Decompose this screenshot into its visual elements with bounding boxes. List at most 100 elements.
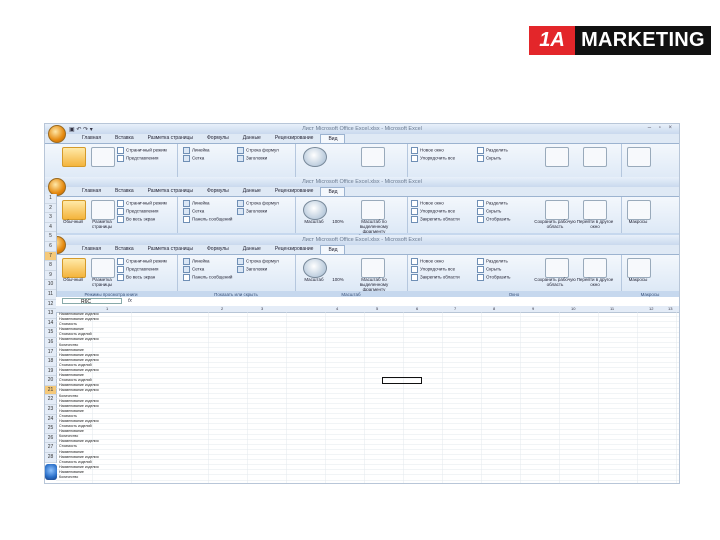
row-header[interactable]: 15: [45, 328, 56, 338]
row-header[interactable]: 2: [45, 204, 56, 214]
tab-formulas[interactable]: Формулы: [200, 187, 236, 196]
formula-bar-checkbox[interactable]: Строка формул: [237, 147, 279, 154]
table-cell[interactable]: Количество: [59, 475, 169, 480]
freeze-panes-button[interactable]: Закрепить области: [411, 274, 460, 281]
macros-icon[interactable]: [627, 200, 651, 220]
zoom-100-label[interactable]: 100%: [327, 219, 349, 224]
row-header[interactable]: 3: [45, 213, 56, 223]
column-header[interactable]: 5: [376, 306, 378, 311]
row-header[interactable]: 9: [45, 271, 56, 281]
ruler-checkbox[interactable]: Линейка: [183, 200, 210, 207]
column-header[interactable]: 2: [221, 306, 223, 311]
row-header[interactable]: 22: [45, 395, 56, 406]
save-workspace-icon[interactable]: [545, 200, 569, 220]
row-header[interactable]: 25: [45, 424, 56, 434]
macros-icon[interactable]: [627, 147, 651, 167]
tab-view[interactable]: Вид: [320, 187, 346, 196]
macros-icon[interactable]: [627, 258, 651, 278]
custom-views-button[interactable]: Представления: [117, 155, 158, 162]
grid-checkbox[interactable]: Сетка: [183, 208, 204, 215]
zoom-icon[interactable]: [303, 147, 327, 167]
tab-review[interactable]: Рецензирование: [268, 187, 321, 196]
tab-page-layout[interactable]: Разметка страницы: [141, 245, 200, 254]
page-layout-icon[interactable]: [91, 200, 115, 220]
normal-view-icon[interactable]: [62, 258, 86, 278]
split-button[interactable]: Разделить: [477, 258, 508, 265]
split-button[interactable]: Разделить: [477, 147, 508, 154]
row-header[interactable]: 17: [45, 348, 56, 358]
new-window-button[interactable]: Новое окно: [411, 200, 444, 207]
headings-checkbox[interactable]: Заголовки: [237, 155, 267, 162]
row-header[interactable]: 18: [45, 357, 56, 367]
tab-insert[interactable]: Вставка: [108, 134, 141, 143]
unhide-button[interactable]: Отобразить: [477, 274, 511, 281]
tab-data[interactable]: Данные: [236, 245, 268, 254]
row-header[interactable]: 13: [45, 309, 56, 319]
row-header[interactable]: 23: [45, 405, 56, 415]
tab-home[interactable]: Главная: [75, 245, 108, 254]
save-workspace-icon[interactable]: [545, 258, 569, 278]
zoom-icon[interactable]: [303, 258, 327, 278]
selected-cell[interactable]: [382, 377, 422, 384]
grid-checkbox[interactable]: Сетка: [183, 266, 204, 273]
zoom-to-selection-icon[interactable]: [361, 147, 385, 167]
tab-formulas[interactable]: Формулы: [200, 245, 236, 254]
row-header[interactable]: 1: [45, 194, 56, 204]
custom-views-button[interactable]: Представления: [117, 208, 158, 215]
tab-home[interactable]: Главная: [75, 187, 108, 196]
zoom-icon[interactable]: [303, 200, 327, 220]
column-header[interactable]: 1: [106, 306, 108, 311]
ruler-checkbox[interactable]: Линейка: [183, 258, 210, 265]
row-header[interactable]: 26: [45, 434, 56, 444]
full-screen-button[interactable]: Во весь экран: [117, 216, 155, 223]
tab-insert[interactable]: Вставка: [108, 245, 141, 254]
headings-checkbox[interactable]: Заголовки: [237, 208, 267, 215]
switch-windows-icon[interactable]: [583, 200, 607, 220]
row-header[interactable]: 21: [45, 385, 56, 396]
tab-page-layout[interactable]: Разметка страницы: [141, 134, 200, 143]
formula-bar-checkbox[interactable]: Строка формул: [237, 258, 279, 265]
switch-windows-icon[interactable]: [583, 258, 607, 278]
page-layout-icon[interactable]: [91, 258, 115, 278]
tab-view[interactable]: Вид: [320, 245, 346, 254]
messages-checkbox[interactable]: Панель сообщений: [183, 274, 232, 281]
tab-data[interactable]: Данные: [236, 134, 268, 143]
column-header[interactable]: 9: [532, 306, 534, 311]
tab-review[interactable]: Рецензирование: [268, 245, 321, 254]
tab-view[interactable]: Вид: [320, 134, 346, 143]
column-header[interactable]: 7: [454, 306, 456, 311]
row-header[interactable]: 20: [45, 376, 56, 386]
ruler-checkbox[interactable]: Линейка: [183, 147, 210, 154]
fx-icon[interactable]: fx: [128, 298, 132, 304]
page-break-button[interactable]: Страничный режим: [117, 147, 167, 154]
page-layout-icon[interactable]: [91, 147, 115, 167]
arrange-all-button[interactable]: Упорядочить все: [411, 266, 455, 273]
freeze-panes-button[interactable]: Закрепить области: [411, 216, 460, 223]
headings-checkbox[interactable]: Заголовки: [237, 266, 267, 273]
custom-views-button[interactable]: Представления: [117, 266, 158, 273]
formula-bar-checkbox[interactable]: Строка формул: [237, 200, 279, 207]
grid-checkbox[interactable]: Сетка: [183, 155, 204, 162]
row-header[interactable]: 7: [45, 251, 56, 262]
row-header[interactable]: 28: [45, 453, 56, 463]
save-workspace-icon[interactable]: [545, 147, 569, 167]
window-controls[interactable]: – ▫ ×: [648, 125, 675, 131]
row-header[interactable]: 4: [45, 223, 56, 233]
zoom-to-selection-icon[interactable]: [361, 258, 385, 278]
split-button[interactable]: Разделить: [477, 200, 508, 207]
arrange-all-button[interactable]: Упорядочить все: [411, 208, 455, 215]
full-screen-button[interactable]: Во весь экран: [117, 274, 155, 281]
row-header[interactable]: 12: [45, 300, 56, 310]
tab-formulas[interactable]: Формулы: [200, 134, 236, 143]
row-header[interactable]: 24: [45, 415, 56, 425]
hide-button[interactable]: Скрыть: [477, 155, 501, 162]
new-window-button[interactable]: Новое окно: [411, 258, 444, 265]
hide-button[interactable]: Скрыть: [477, 266, 501, 273]
column-header[interactable]: 6: [416, 306, 418, 311]
row-header[interactable]: 8: [45, 261, 56, 271]
page-break-button[interactable]: Страничный режим: [117, 258, 167, 265]
unhide-button[interactable]: Отобразить: [477, 216, 511, 223]
row-header[interactable]: 10: [45, 280, 56, 290]
column-header[interactable]: 8: [493, 306, 495, 311]
tab-home[interactable]: Главная: [75, 134, 108, 143]
